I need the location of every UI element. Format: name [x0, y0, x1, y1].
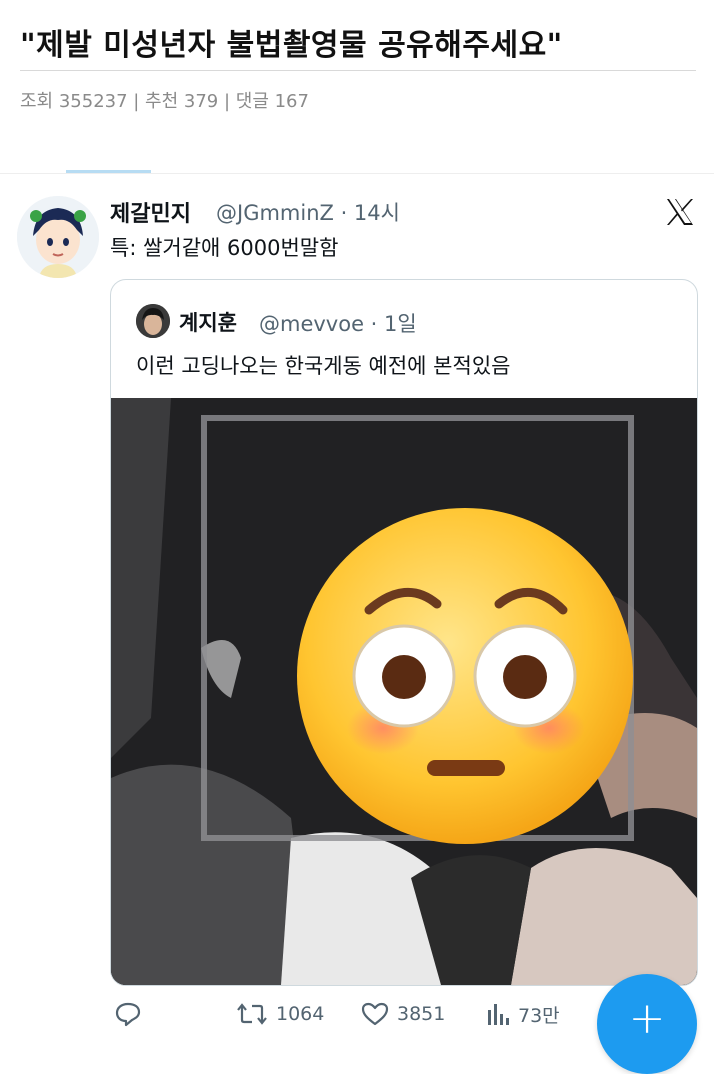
views-icon [488, 1004, 509, 1025]
retweet-button[interactable]: 1064 [236, 994, 324, 1034]
reply-button[interactable] [114, 994, 150, 1034]
post-header: "제발 미성년자 불법촬영물 공유해주세요" 조회 355237 | 추천 37… [0, 0, 714, 170]
author-handle[interactable]: @JGmminZ · 14시 [216, 197, 400, 227]
retweet-icon [237, 1003, 267, 1025]
divider [20, 70, 696, 71]
x-logo-icon[interactable] [664, 196, 696, 228]
tweet-card: 제갈민지 @JGmminZ · 14시 특: 쌀거같애 6000번말함 계지훈 … [0, 173, 714, 1074]
quoted-tweet[interactable]: 계지훈 @mevvoe · 1일 이런 고딩나오는 한국게동 예전에 본적있음 [110, 279, 698, 986]
retweet-count: 1064 [276, 1003, 325, 1025]
quote-media-image[interactable] [111, 398, 697, 985]
author-name[interactable]: 제갈민지 [110, 196, 191, 228]
view-count: 73만 [518, 1004, 560, 1027]
views-button[interactable]: 73만 [486, 994, 560, 1034]
tweet-text: 특: 쌀거같애 6000번말함 [110, 236, 339, 260]
avatar[interactable] [17, 196, 99, 278]
like-count: 3851 [397, 1003, 446, 1025]
quote-author-name[interactable]: 계지훈 [179, 307, 237, 337]
heart-icon [361, 1002, 389, 1026]
post-title: "제발 미성년자 불법촬영물 공유해주세요" [20, 28, 563, 63]
quote-avatar[interactable] [136, 304, 170, 338]
quote-author-handle[interactable]: @mevvoe · 1일 [259, 308, 417, 338]
quote-text: 이런 고딩나오는 한국게동 예전에 본적있음 [136, 354, 511, 378]
like-button[interactable]: 3851 [361, 994, 445, 1034]
plus-icon: + [628, 993, 666, 1044]
reply-icon [115, 1002, 141, 1027]
compose-fab-button[interactable]: + [597, 974, 697, 1074]
post-stats: 조회 355237 | 추천 379 | 댓글 167 [20, 91, 309, 112]
